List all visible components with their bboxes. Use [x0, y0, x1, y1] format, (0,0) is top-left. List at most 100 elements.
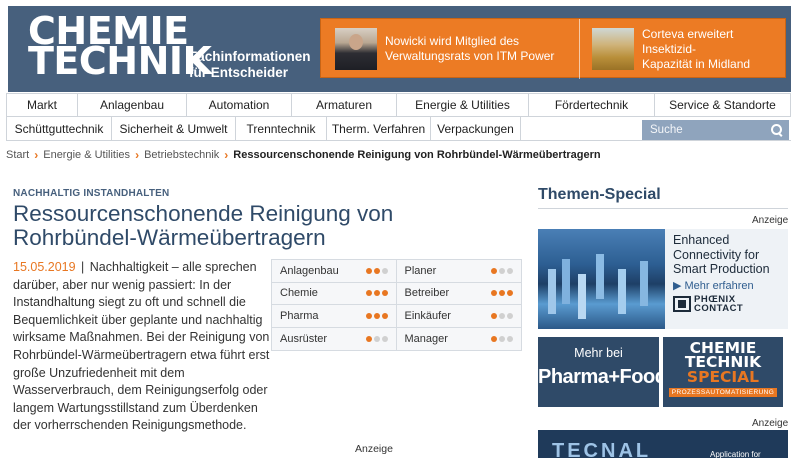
search-box — [642, 120, 789, 140]
news-teaser-1-line-2: Verwaltungsrats von ITM Power — [385, 49, 555, 63]
phoenix-ad-text: Enhanced Connectivity for Smart Producti… — [665, 229, 788, 329]
phoenix-ad-line-3: Smart Production — [673, 262, 770, 276]
relevance-rating — [365, 312, 388, 319]
breadcrumb-start[interactable]: Start — [6, 149, 29, 161]
rating-dot — [373, 290, 380, 297]
breadcrumb-current: Ressourcenschonende Reinigung von Rohrbü… — [233, 149, 601, 161]
rating-dot — [507, 312, 513, 319]
news-teaser-2[interactable]: Corteva erweitert Insektizid- Kapazität … — [579, 19, 785, 79]
relevance-cell: Betreiber — [396, 282, 521, 304]
nav-item-therm-verfahren[interactable]: Therm. Verfahren — [327, 117, 431, 140]
phoenix-logo-text: PHŒNIX CONTACT — [694, 294, 743, 314]
nav-item-foerdertechnik[interactable]: Fördertechnik — [529, 94, 655, 116]
nav-item-sicherheit-umwelt[interactable]: Sicherheit & Umwelt — [112, 117, 236, 140]
relevance-rating — [365, 290, 388, 297]
nav-item-armaturen[interactable]: Armaturen — [292, 94, 397, 116]
site-logo[interactable]: CHEMIE TECHNIK — [28, 12, 212, 83]
smart-factory-image — [538, 229, 665, 329]
ad-label: Anzeige — [355, 443, 393, 455]
rating-dot — [491, 312, 497, 319]
tagline-line-2: für Entscheider — [189, 65, 289, 80]
nav-item-service-standorte[interactable]: Service & Standorte — [655, 94, 791, 116]
nav-item-energie-utilities[interactable]: Energie & Utilities — [397, 94, 529, 116]
pharma-teaser-line-1: Mehr bei — [574, 346, 623, 360]
rating-dot — [365, 267, 372, 274]
rating-dot — [499, 312, 505, 319]
tecnal-ad[interactable]: TECNAL Application for — [538, 430, 788, 458]
phoenix-ad-headline: Enhanced Connectivity for Smart Producti… — [673, 233, 788, 277]
ad-label: Anzeige — [752, 215, 789, 226]
portrait-thumbnail — [335, 28, 377, 70]
search-input[interactable] — [650, 124, 760, 136]
article-teaser-text: Nachhaltigkeit – alle sprechen darüber, … — [13, 260, 270, 433]
ad-label: Anzeige — [752, 418, 789, 429]
news-teaser-2-line-2: Kapazität in Midland — [642, 56, 751, 71]
relevance-label: Anlagenbau — [280, 264, 339, 277]
rating-dot — [381, 335, 388, 342]
relevance-row: Anlagenbau Planer — [272, 260, 521, 283]
rating-dot — [491, 335, 497, 342]
nav-item-automation[interactable]: Automation — [187, 94, 292, 116]
breadcrumb-energie-utilities[interactable]: Energie & Utilities — [43, 149, 130, 161]
relevance-cell: Einkäufer — [396, 305, 521, 327]
chemie-technik-special-teaser[interactable]: CHEMIE TECHNIK SPECIAL PROZESSAUTOMATISI… — [663, 337, 783, 407]
tecnal-ad-wordmark: TECNAL — [552, 440, 652, 458]
article-title-line-2: Rohrbündel-Wärmeübertragern — [13, 225, 326, 250]
tagline-line-1: Fachinformationen — [189, 49, 311, 64]
news-teaser-1[interactable]: Nowicki wird Mitglied des Verwaltungsrat… — [335, 19, 571, 79]
rating-dot — [491, 267, 497, 274]
news-teaser-1-line-1: Nowicki wird Mitglied des — [385, 34, 520, 48]
sidebar-divider — [538, 208, 788, 209]
relevance-row: Pharma Einkäufer — [272, 305, 521, 328]
relevance-label: Manager — [404, 332, 448, 345]
rating-dot — [365, 335, 372, 342]
rating-dot — [491, 290, 497, 297]
relevance-label: Planer — [404, 264, 437, 277]
relevance-row: Chemie Betreiber — [272, 282, 521, 305]
chevron-right-icon: › — [135, 148, 140, 162]
tecnal-ad-tagline: Application for — [710, 450, 761, 458]
rating-dot — [499, 335, 505, 342]
phoenix-contact-ad[interactable]: Enhanced Connectivity for Smart Producti… — [538, 229, 788, 329]
relevance-rating — [491, 290, 513, 297]
rating-dot — [507, 290, 513, 297]
breadcrumb-betriebstechnik[interactable]: Betriebstechnik — [144, 149, 219, 161]
nav-item-schuettguttechnik[interactable]: Schüttguttechnik — [6, 117, 112, 140]
rating-dot — [373, 335, 380, 342]
nav-item-verpackungen[interactable]: Verpackungen — [431, 117, 521, 140]
chevron-right-icon: › — [34, 148, 39, 162]
chevron-right-icon: › — [224, 148, 229, 162]
rating-dot — [507, 335, 513, 342]
rating-dot — [373, 312, 380, 319]
sidebar-title[interactable]: Themen-Special — [538, 186, 661, 204]
rating-dot — [499, 290, 505, 297]
relevance-table: Anlagenbau Planer Chemie Betreiber Pharm… — [271, 259, 522, 351]
article-title: Ressourcenschonende Reinigung von Rohrbü… — [13, 202, 513, 250]
relevance-rating — [365, 267, 388, 274]
phoenix-logo-icon — [673, 296, 691, 312]
relevance-cell: Manager — [396, 327, 521, 350]
relevance-rating — [491, 335, 513, 342]
news-teaser-1-text: Nowicki wird Mitglied des Verwaltungsrat… — [385, 34, 554, 64]
news-teaser-2-text: Corteva erweitert Insektizid- Kapazität … — [642, 27, 785, 72]
rating-dot — [507, 267, 513, 274]
pharma-food-teaser[interactable]: Mehr bei Pharma+Food — [538, 337, 667, 407]
article-kicker: NACHHALTIG INSTANDHALTEN — [13, 188, 170, 199]
news-teaser-2-line-1: Corteva erweitert Insektizid- — [642, 26, 734, 56]
rating-dot — [381, 267, 388, 274]
logo-line-2: TECHNIK — [28, 39, 212, 83]
search-icon[interactable] — [771, 124, 783, 136]
nav-item-markt[interactable]: Markt — [6, 94, 78, 116]
relevance-cell: Planer — [396, 260, 521, 282]
relevance-label: Ausrüster — [280, 332, 328, 345]
article-teaser: 15.05.2019 | Nachhaltigkeit – alle sprec… — [13, 259, 271, 435]
rating-dot — [381, 312, 388, 319]
site-header: CHEMIE TECHNIK Fachinformationen für Ent… — [0, 0, 791, 92]
relevance-cell: Anlagenbau — [272, 260, 397, 282]
nav-item-anlagenbau[interactable]: Anlagenbau — [78, 94, 187, 116]
nav-item-trenntechnik[interactable]: Trenntechnik — [236, 117, 327, 140]
relevance-cell: Ausrüster — [272, 327, 397, 350]
phoenix-ad-cta[interactable]: ▶ Mehr erfahren — [673, 279, 788, 292]
rating-dot — [373, 267, 380, 274]
rating-dot — [381, 290, 388, 297]
